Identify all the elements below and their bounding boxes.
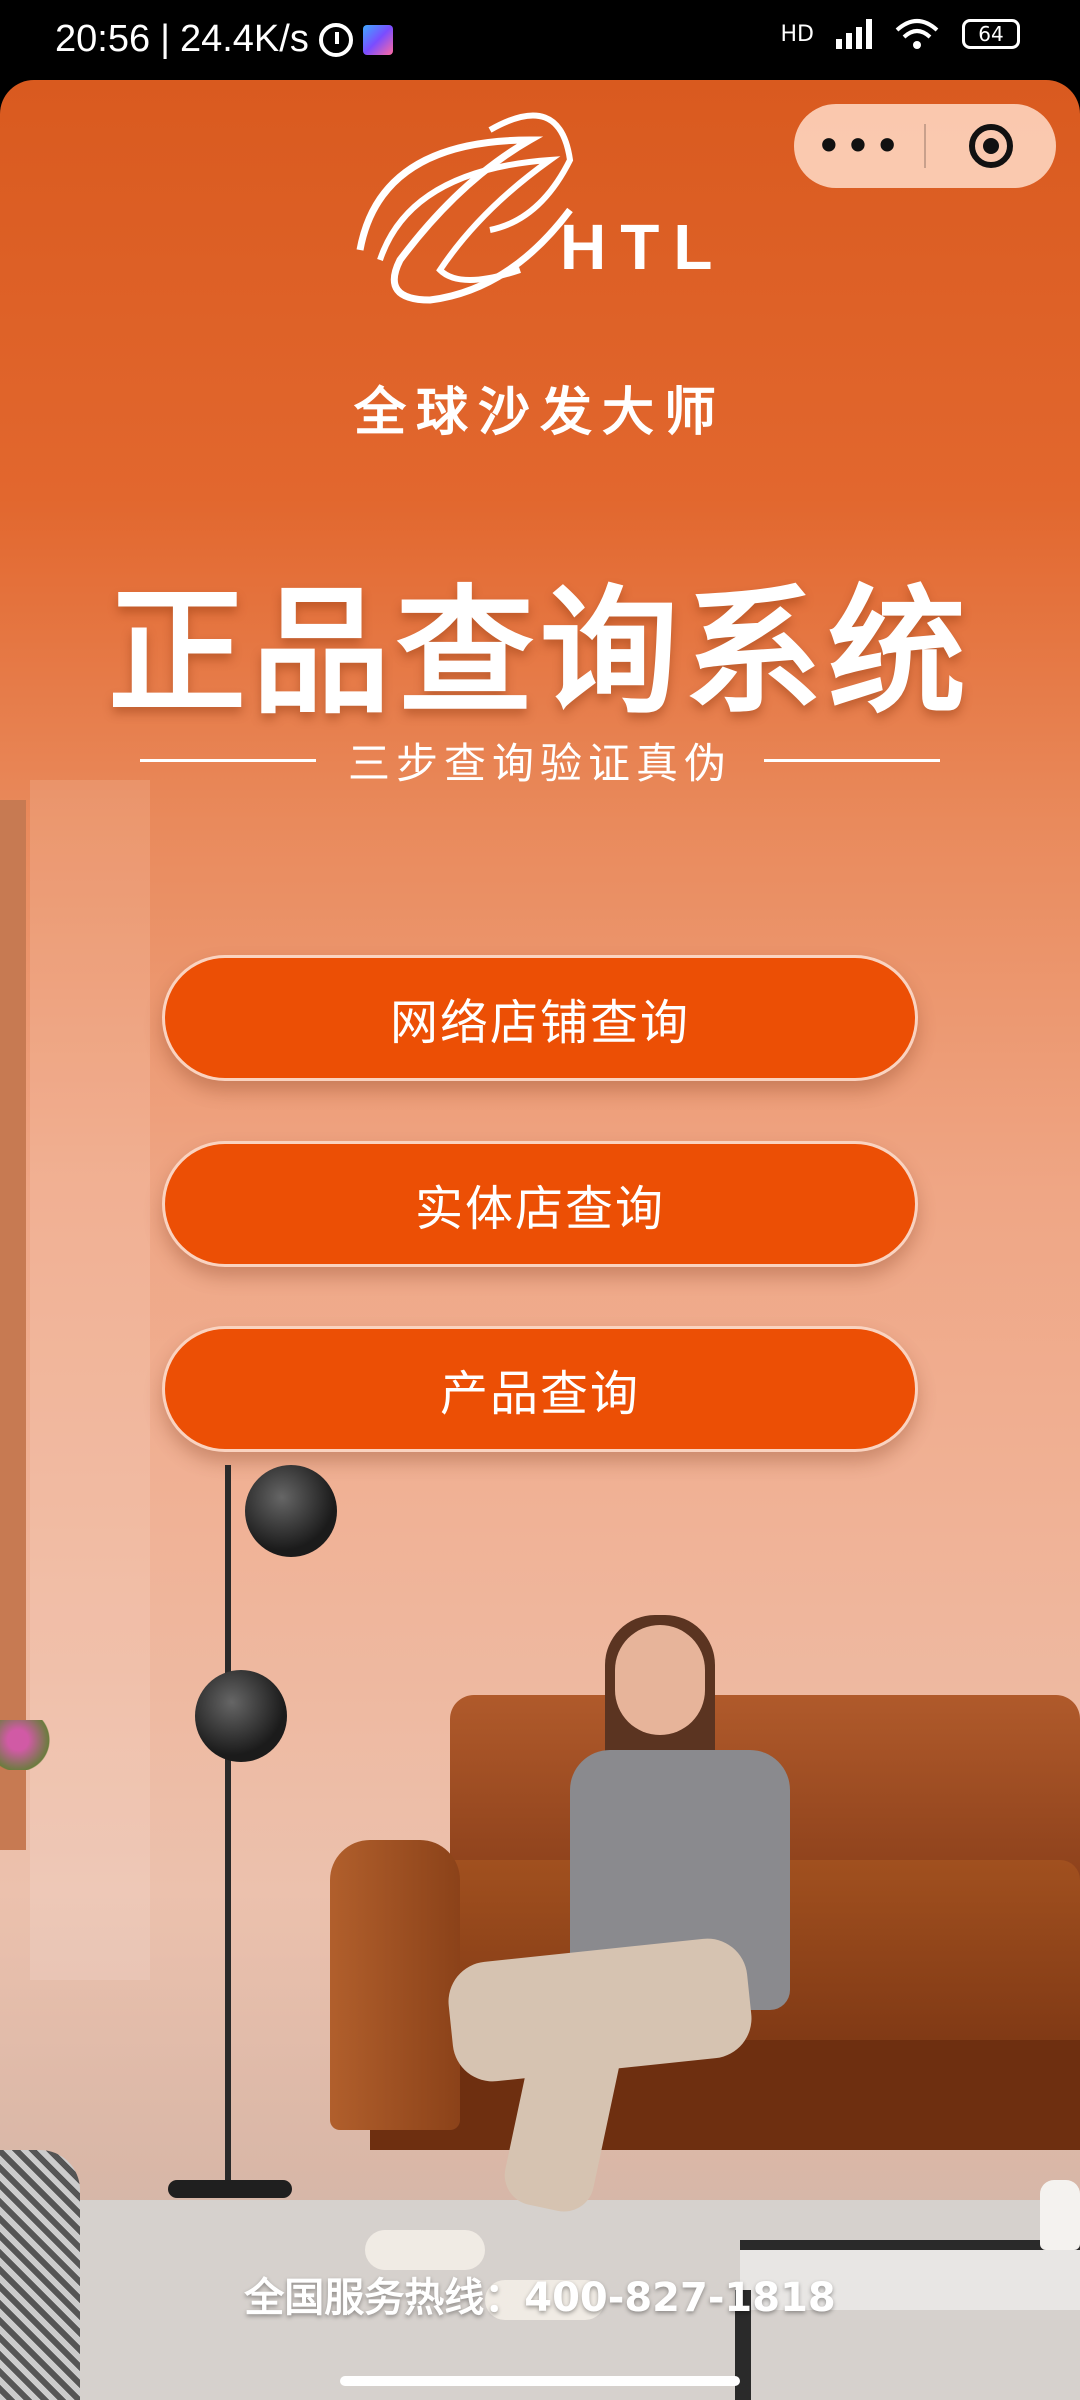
product-query-button[interactable]: 产品查询 bbox=[162, 1326, 918, 1452]
network-speed: 24.4K/s bbox=[179, 18, 309, 60]
main-page: ••• HTL 全球沙发大师 正品查询系统 三步查询验证真伪 网络店铺查询 实体… bbox=[0, 80, 1080, 2400]
subtitle-line-left bbox=[140, 759, 316, 762]
service-hotline: 全国服务热线：400-827-1818 bbox=[244, 2275, 836, 2321]
hd-label: HD bbox=[780, 21, 814, 47]
subtitle-row: 三步查询验证真伪 bbox=[140, 730, 940, 791]
subtitle-line-right bbox=[763, 759, 940, 762]
lamp-shade-lower bbox=[195, 1670, 287, 1762]
physical-store-query-button[interactable]: 实体店查询 bbox=[162, 1141, 918, 1267]
slipper-left bbox=[365, 2230, 485, 2270]
brand-logo-text: HTL bbox=[560, 211, 727, 283]
status-time: 20:56 bbox=[55, 18, 151, 60]
wifi-icon bbox=[894, 18, 940, 50]
alarm-icon bbox=[318, 22, 353, 57]
status-right: HD 64 bbox=[781, 18, 1020, 50]
status-left: 20:56 | 24.4K/s bbox=[55, 18, 393, 61]
page-subtitle: 三步查询验证真伪 bbox=[347, 739, 732, 788]
vase-decoration bbox=[1040, 2180, 1080, 2250]
status-separator: | bbox=[160, 18, 170, 60]
app-notification-icon bbox=[362, 24, 393, 55]
mini-program-capsule: ••• bbox=[794, 104, 1056, 188]
home-indicator[interactable] bbox=[340, 2376, 740, 2386]
window-frame-decoration bbox=[0, 800, 26, 1850]
lamp-shade-upper bbox=[245, 1465, 337, 1557]
floor-lamp-base bbox=[168, 2180, 292, 2198]
more-dots-icon[interactable]: ••• bbox=[794, 119, 924, 173]
cellular-signal-icon bbox=[836, 19, 872, 49]
status-bar: 20:56 | 24.4K/s HD 64 bbox=[0, 0, 1080, 80]
online-store-query-button[interactable]: 网络店铺查询 bbox=[162, 955, 918, 1081]
model-head bbox=[615, 1625, 705, 1735]
wall-shade bbox=[30, 780, 150, 1980]
battery-icon: 64 bbox=[962, 19, 1020, 49]
close-target-button[interactable] bbox=[926, 124, 1056, 168]
sofa-arm bbox=[330, 1840, 460, 2130]
floor-lamp-pole bbox=[225, 1465, 231, 2185]
flower-pot-decoration bbox=[0, 1720, 60, 1770]
target-icon bbox=[969, 124, 1013, 168]
brand-slogan: 全球沙发大师 bbox=[353, 383, 726, 443]
page-title: 正品查询系统 bbox=[107, 572, 972, 733]
